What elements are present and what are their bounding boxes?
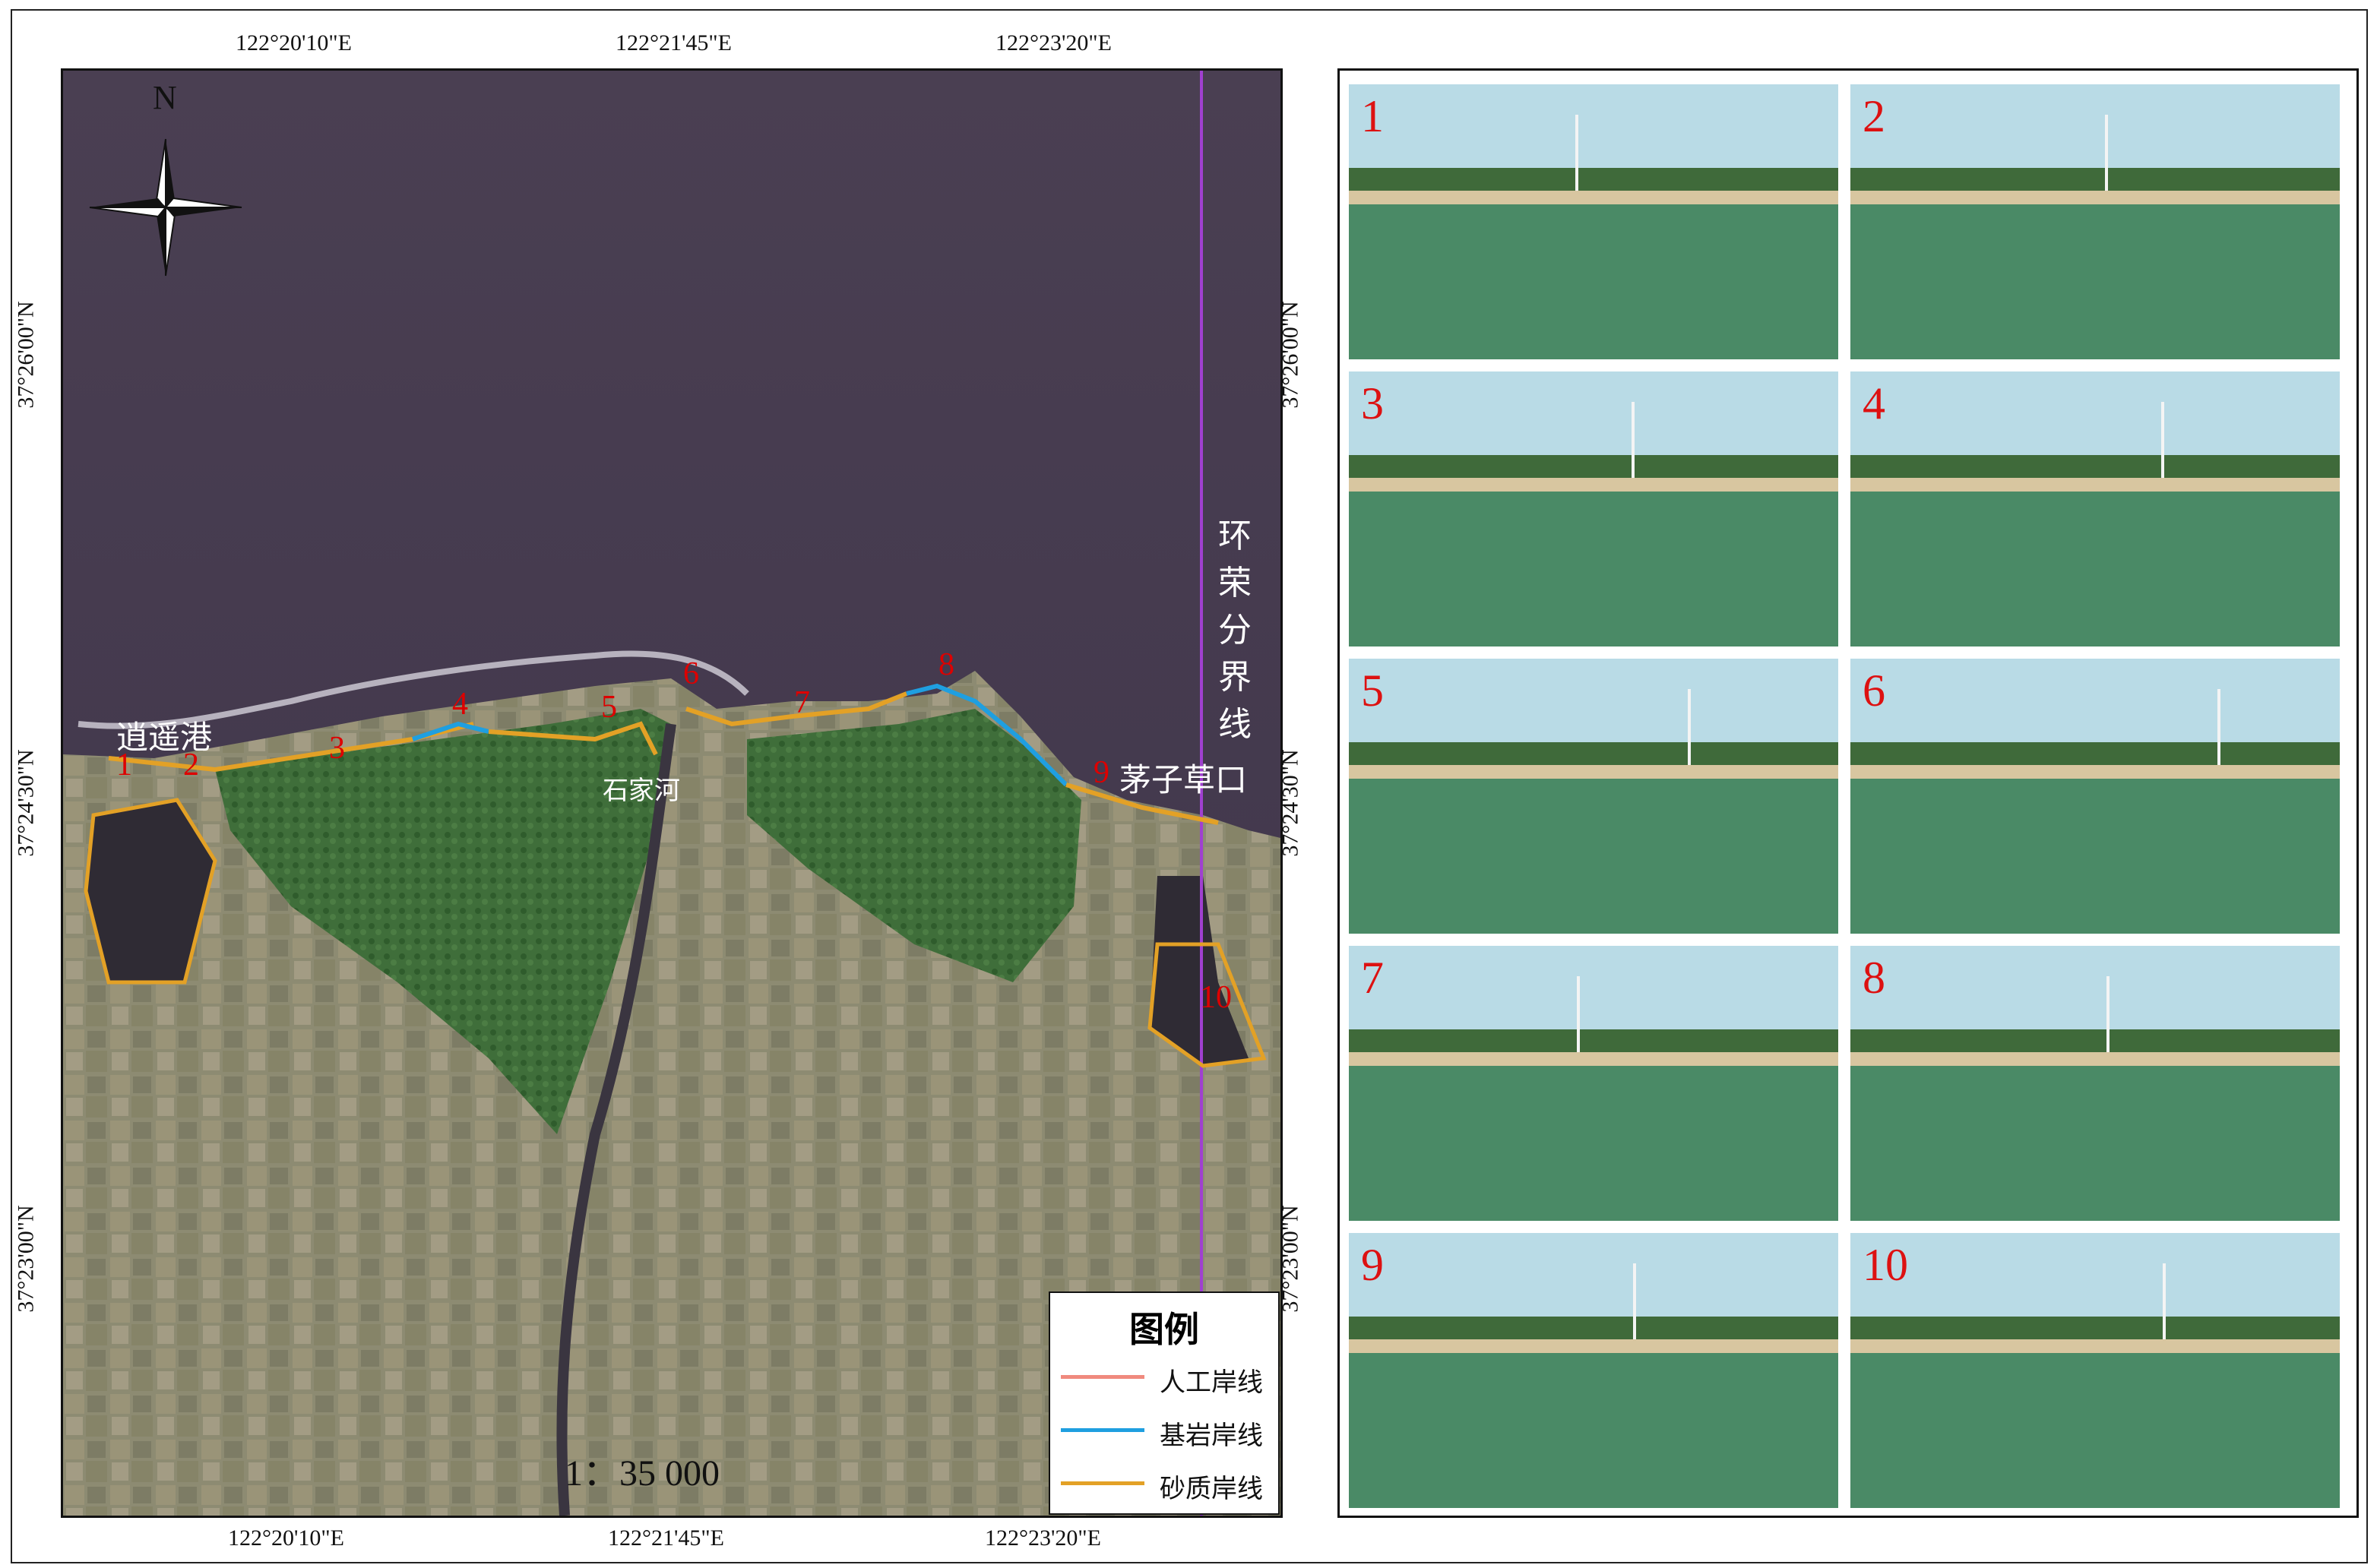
north-label: N: [153, 79, 177, 116]
photo-number: 3: [1361, 378, 1384, 428]
boundary-label: 环荣分界线: [1218, 517, 1252, 744]
bottom-lon-2: 122°21'45"E: [608, 1525, 724, 1551]
photo-number: 4: [1863, 378, 1885, 428]
legend-label-artificial: 人工岸线: [1160, 1367, 1263, 1398]
photo-scene: [1850, 84, 2340, 359]
photo-number: 2: [1863, 91, 1885, 141]
legend-title: 图例: [1129, 1309, 1199, 1350]
site-number-9: 9: [1094, 755, 1109, 790]
site-number-3: 3: [329, 731, 345, 766]
photo-1: 1: [1349, 84, 1838, 359]
place-label-xiaoyaogang: 逍遥港: [116, 719, 213, 756]
legend-item-sandy: 砂质岸线: [1061, 1468, 1274, 1504]
photo-scene: [1850, 659, 2340, 934]
scale-bar-label: 1：35 000: [565, 1453, 720, 1494]
photo-10: 10: [1850, 1233, 2340, 1508]
photo-number: 7: [1361, 953, 1384, 1003]
site-number-6: 6: [683, 656, 699, 691]
legend-label-sandy: 砂质岸线: [1160, 1474, 1263, 1504]
photo-4: 4: [1850, 371, 2340, 646]
bottom-lon-1: 122°20'10"E: [228, 1525, 344, 1551]
photo-scene: [1349, 659, 1838, 934]
photo-scene: [1850, 1233, 2340, 1508]
site-number-7: 7: [794, 685, 810, 720]
left-lat-1: 37°26'00"N: [13, 301, 39, 409]
photo-scene: [1349, 84, 1838, 359]
legend-label-bedrock: 基岩岸线: [1160, 1421, 1263, 1451]
place-label-maozicaokou: 茅子草口: [1119, 761, 1248, 798]
photo-number: 5: [1361, 665, 1384, 716]
photo-2: 2: [1850, 84, 2340, 359]
legend-swatch-sandy: [1061, 1481, 1144, 1485]
legend-item-artificial: 人工岸线: [1061, 1361, 1274, 1398]
photo-scene: [1349, 371, 1838, 646]
place-label-shijiahe: 石家河: [603, 776, 680, 806]
photo-scene: [1349, 946, 1838, 1221]
photo-9: 9: [1349, 1233, 1838, 1508]
photo-5: 5: [1349, 659, 1838, 934]
left-lat-3: 37°23'00"N: [13, 1205, 39, 1313]
photo-6: 6: [1850, 659, 2340, 934]
photo-number: 10: [1863, 1240, 1908, 1290]
site-number-10: 10: [1200, 980, 1232, 1015]
legend-swatch-bedrock: [1061, 1428, 1144, 1432]
site-number-5: 5: [601, 690, 617, 725]
site-number-8: 8: [938, 647, 954, 682]
photo-8: 8: [1850, 946, 2340, 1221]
site-number-4: 4: [452, 687, 468, 722]
left-lat-2: 37°24'30"N: [13, 749, 39, 857]
photo-scene: [1850, 946, 2340, 1221]
top-lon-1: 122°20'10"E: [236, 30, 352, 55]
photo-number: 1: [1361, 91, 1384, 141]
photo-number: 8: [1863, 953, 1885, 1003]
photo-panel: 1 2 3 4 5 6 7 8 9 10: [1337, 68, 2359, 1518]
photo-7: 7: [1349, 946, 1838, 1221]
bottom-lon-3: 122°23'20"E: [985, 1525, 1101, 1551]
top-lon-2: 122°21'45"E: [616, 30, 732, 55]
top-lon-3: 122°23'20"E: [995, 30, 1112, 55]
map-legend: 图例 人工岸线 基岩岸线 砂质岸线: [1049, 1291, 1280, 1515]
photo-scene: [1850, 371, 2340, 646]
legend-swatch-artificial: [1061, 1375, 1144, 1379]
photo-number: 9: [1361, 1240, 1384, 1290]
legend-item-bedrock: 基岩岸线: [1061, 1415, 1274, 1451]
photo-scene: [1349, 1233, 1838, 1508]
photo-number: 6: [1863, 665, 1885, 716]
photo-3: 3: [1349, 371, 1838, 646]
